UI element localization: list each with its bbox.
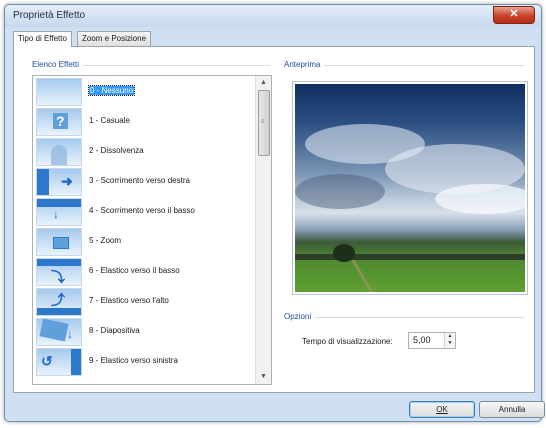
list-item-label: 7 - Elastico verso l'alto (89, 296, 169, 305)
tab-effect-type[interactable]: Tipo di Effetto (13, 31, 72, 47)
zoom-thumb-icon (36, 228, 82, 256)
list-item[interactable]: ➜ 3 - Scorrimento verso destra (33, 166, 255, 196)
cancel-button-label: Annulla (498, 405, 526, 414)
list-item[interactable]: ↓ 8 - Diapositiva (33, 316, 255, 346)
effects-list[interactable]: 0 - Nessuno ? 1 - Casuale 2 - Dissolvenz… (32, 75, 272, 385)
display-time-stepper[interactable]: 5,00 ▲ ▼ (408, 332, 456, 349)
tab-zoom-position-label: Zoom e Posizione (82, 34, 147, 43)
preview-group-label: Anteprima (284, 60, 325, 69)
arrow-right-thumb-icon: ➜ (36, 168, 82, 196)
list-item-label: 9 - Elastico verso sinistra (89, 356, 178, 365)
window-title: Proprietà Effetto (13, 10, 86, 21)
curve-down-thumb-icon: ⤵ (36, 258, 82, 286)
tab-effect-type-label: Tipo di Effetto (18, 34, 67, 43)
display-time-label: Tempo di visualizzazione: (302, 337, 393, 346)
list-item-label: 0 - Nessuno (87, 85, 136, 96)
options-group-divider (284, 317, 524, 318)
display-time-value[interactable]: 5,00 (413, 335, 431, 345)
options-group-label: Opzioni (284, 312, 316, 321)
ok-button-label: OK (436, 405, 448, 414)
spin-up-icon[interactable]: ▲ (445, 333, 455, 340)
list-item[interactable]: ⤴ 7 - Elastico verso l'alto (33, 286, 255, 316)
preview-image (295, 84, 525, 292)
cancel-button[interactable]: Annulla (479, 401, 545, 418)
effects-group-label: Elenco Effetti (32, 60, 83, 69)
spin-down-icon[interactable]: ▼ (445, 340, 455, 347)
effect-properties-dialog: Proprietà Effetto ✕ Tipo di Effetto Zoom… (4, 4, 545, 422)
list-item-label: 2 - Dissolvenza (89, 146, 144, 155)
list-item-label: 5 - Zoom (89, 236, 122, 245)
scroll-up-icon[interactable]: ▲ (256, 76, 271, 90)
list-item-label: 1 - Casuale (89, 116, 130, 125)
ok-button[interactable]: OK (409, 401, 475, 418)
list-item[interactable]: ↓ 4 - Scorrimento verso il basso (33, 196, 255, 226)
blank-thumb-icon (36, 78, 82, 106)
list-item[interactable]: 2 - Dissolvenza (33, 136, 255, 166)
close-button[interactable]: ✕ (493, 6, 535, 24)
list-item-label: 6 - Elastico verso il basso (89, 266, 180, 275)
arrow-down-thumb-icon: ↓ (36, 198, 82, 226)
title-bar[interactable]: Proprietà Effetto ✕ (5, 5, 541, 27)
curve-left-thumb-icon: ↺ (36, 348, 82, 376)
list-item-label: 8 - Diapositiva (89, 326, 140, 335)
grip-icon: ≡ (261, 119, 265, 125)
list-item-label: 4 - Scorrimento verso il basso (89, 206, 195, 215)
slide-thumb-icon: ↓ (36, 318, 82, 346)
list-item[interactable]: ⤵ 6 - Elastico verso il basso (33, 256, 255, 286)
tab-panel-effect-type: Elenco Effetti 0 - Nessuno ? 1 - Casuale… (13, 46, 535, 393)
scroll-down-icon[interactable]: ▼ (256, 370, 271, 384)
list-item[interactable]: ? 1 - Casuale (33, 106, 255, 136)
question-thumb-icon: ? (36, 108, 82, 136)
dissolve-thumb-icon (36, 138, 82, 166)
list-item[interactable]: ↺ 9 - Elastico verso sinistra (33, 346, 255, 376)
preview-frame (292, 81, 528, 295)
effects-list-scrollbar[interactable]: ▲ ≡ ▼ (255, 76, 271, 384)
spin-buttons: ▲ ▼ (444, 333, 455, 348)
scroll-thumb[interactable]: ≡ (258, 90, 270, 156)
list-item-label: 3 - Scorrimento verso destra (89, 176, 190, 185)
list-item[interactable]: 5 - Zoom (33, 226, 255, 256)
tab-zoom-position[interactable]: Zoom e Posizione (77, 31, 152, 46)
close-icon: ✕ (509, 8, 519, 20)
curve-up-thumb-icon: ⤴ (36, 288, 82, 316)
list-item[interactable]: 0 - Nessuno (33, 76, 255, 106)
